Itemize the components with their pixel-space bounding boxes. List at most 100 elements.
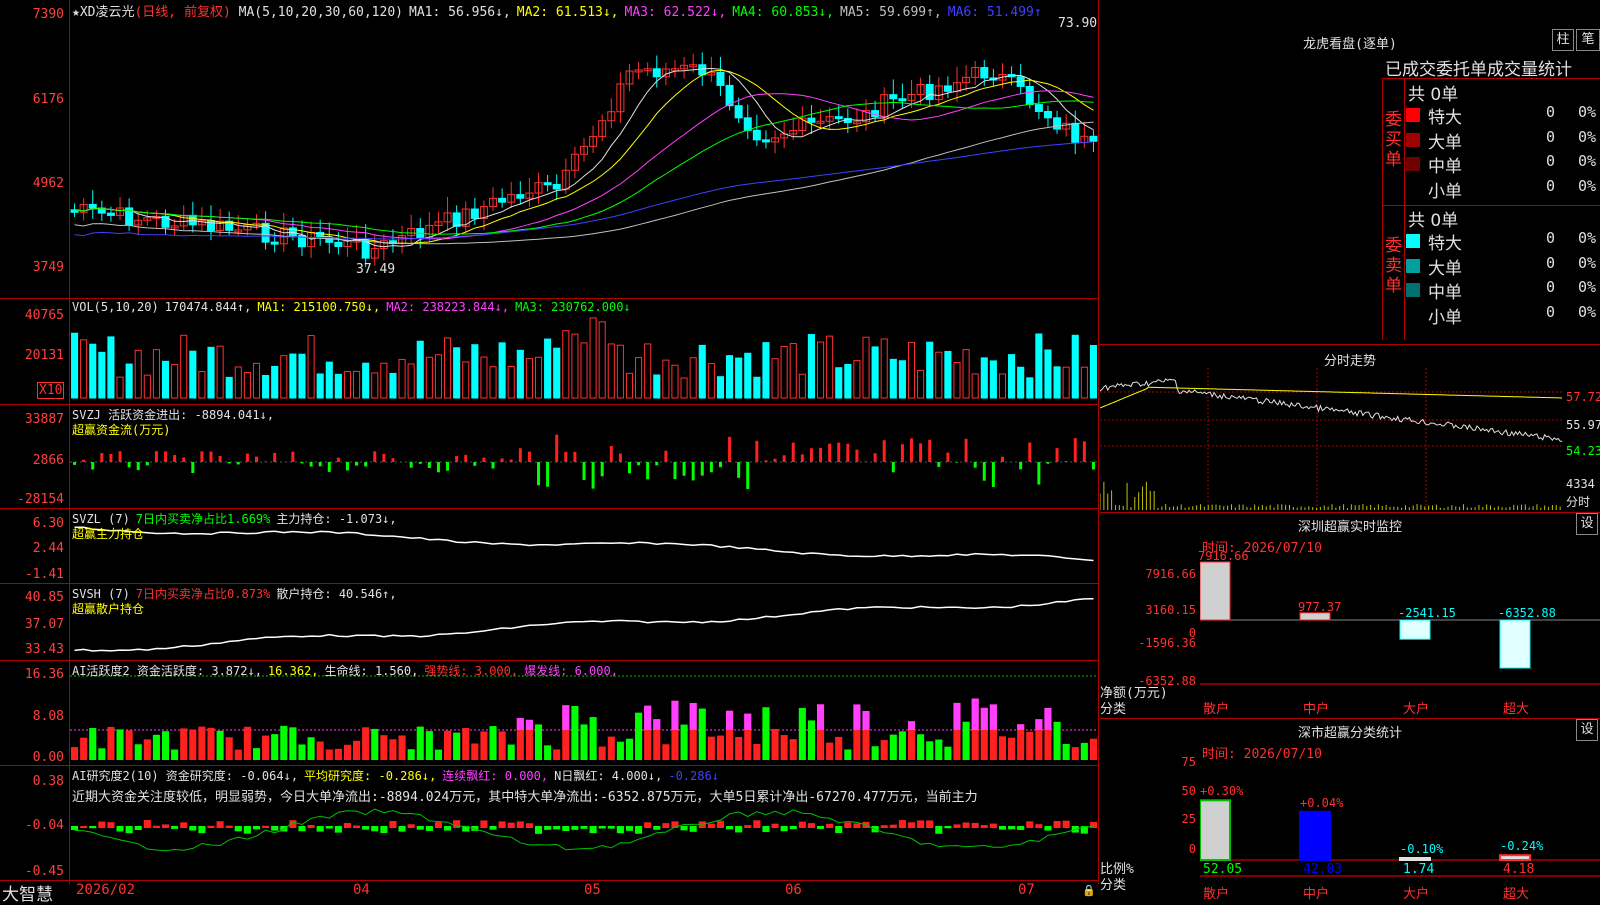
ai-active-bar	[826, 743, 833, 760]
ai-research-bar	[235, 826, 242, 831]
svzj-bar	[337, 458, 340, 462]
svsh-line	[75, 599, 1094, 651]
vol-label-2: MA1: 215100.750↓,	[257, 300, 380, 314]
volume-bar	[517, 350, 523, 398]
sz-divider	[1100, 512, 1600, 513]
volume-bar	[999, 374, 1005, 398]
volume-bar	[972, 374, 978, 398]
sz-value-1: 977.37	[1298, 600, 1341, 614]
svsh-tick-2: 37.07	[2, 617, 64, 632]
intraday-tick-2: 55.97	[1566, 418, 1600, 432]
volume-bar	[990, 361, 996, 398]
svzj-bar	[119, 451, 122, 462]
svzj-bar	[546, 462, 549, 487]
sell-pct-0: 0%	[1578, 229, 1596, 247]
ai-active-bar	[207, 728, 214, 760]
ai-research-bar	[735, 826, 742, 832]
volume-bar	[1009, 355, 1015, 398]
svzj-bar	[737, 462, 740, 478]
ai-active-burst	[990, 704, 997, 730]
svzj-bar	[564, 452, 567, 462]
svzj-bar	[128, 462, 131, 467]
sz-tick-1: 3160.15	[1132, 603, 1196, 617]
ai-active-label-0: AI活跃度2 资金活跃度: 3.872↓,	[72, 664, 262, 678]
volume-bar	[444, 338, 450, 398]
ss-value-1: 42.03	[1303, 862, 1342, 877]
ai-active-burst	[953, 703, 960, 730]
intraday-price	[1100, 379, 1562, 442]
svzj-bar	[673, 462, 676, 479]
ai-active-bar	[881, 740, 888, 760]
svzj-bar	[1074, 438, 1077, 462]
volume-bars	[72, 318, 1097, 398]
ss-tick-1: 50	[1150, 784, 1196, 798]
volume-bar	[172, 365, 178, 398]
ai-research-bar	[271, 826, 278, 831]
svzj-bar	[391, 458, 394, 462]
svzj-tick-2: 2866	[2, 453, 64, 468]
ai-research-bar	[617, 826, 624, 833]
sz-value-0: 7916.66	[1198, 549, 1249, 563]
volume-bar	[335, 374, 341, 398]
ss-value-2: 1.74	[1403, 862, 1434, 877]
svzj-bar	[473, 462, 476, 466]
volume-bar	[945, 351, 951, 398]
ai-active-bar	[217, 731, 224, 760]
ai-active-bar	[116, 729, 123, 760]
chart-canvas[interactable]	[70, 0, 1098, 880]
bar-mode-button[interactable]: 柱	[1552, 29, 1574, 51]
sz-settings-button[interactable]: 设	[1576, 513, 1598, 535]
stock-title[interactable]: ★XD凌云光	[72, 5, 134, 20]
pen-mode-button[interactable]: 笔	[1576, 29, 1600, 51]
intraday-chart[interactable]	[1100, 368, 1564, 510]
candle-body	[544, 183, 551, 185]
ai-active-burst	[972, 698, 979, 730]
intraday-tick-3: 54.23	[1566, 444, 1600, 458]
ss-divider	[1100, 718, 1600, 719]
ai-active-bar	[71, 747, 78, 760]
ai-commentary: 近期大资金关注度较低，明显弱势，今日大单净流出:-8894.024万元，其中特大…	[72, 786, 1096, 805]
ai-research-bar	[135, 826, 142, 830]
ss-change-2: -0.10%	[1400, 842, 1443, 856]
ai-active-bar	[735, 737, 742, 760]
volume-bar	[190, 351, 196, 398]
ai-research-bar	[371, 826, 378, 831]
svzj-bar	[983, 462, 986, 481]
volume-bar	[599, 322, 605, 398]
ai-research-bar	[444, 826, 451, 831]
ai-research-bar	[544, 826, 551, 830]
ai-active-bar	[917, 734, 924, 760]
volume-bar	[1090, 345, 1096, 398]
ss-cat-2: 大户	[1403, 883, 1429, 902]
ai-research-tick-3: -0.45	[2, 864, 64, 879]
ai-active-bar	[835, 737, 842, 760]
svzj-bar	[191, 462, 194, 473]
volume-bar	[408, 364, 414, 398]
ai-research-bar	[508, 823, 515, 828]
lock-icon[interactable]: 🔒	[1082, 884, 1096, 897]
svzj-bar	[664, 451, 667, 462]
svzj-bar	[182, 457, 185, 462]
sz-chart[interactable]	[1200, 560, 1600, 690]
sell-pct-1: 0%	[1578, 254, 1596, 272]
candle-body	[808, 118, 815, 122]
ss-settings-button[interactable]: 设	[1576, 719, 1598, 741]
lhb-title: 龙虎看盘(逐单)	[1100, 33, 1600, 52]
ma-label-1: MA1: 56.956↓,	[409, 5, 511, 20]
volume-bar	[144, 375, 150, 398]
x-label-may: 05	[584, 882, 601, 898]
ai-research-bar	[517, 821, 524, 828]
ai-active-bar	[480, 732, 487, 760]
ss-cat-label: 分类	[1100, 874, 1126, 893]
candle-body	[762, 140, 769, 142]
ai-active-burst	[1044, 708, 1051, 730]
svzj-bar	[1083, 441, 1086, 462]
ma-label-3: MA3: 62.522↓,	[625, 5, 727, 20]
buy-name-3: 小单	[1428, 177, 1462, 202]
volume-bar	[854, 361, 860, 398]
ai-research-bar	[198, 826, 205, 833]
ss-chart[interactable]	[1200, 760, 1600, 880]
svzj-bar	[410, 462, 413, 468]
ai-research-bar	[1017, 826, 1024, 830]
buy-pct-3: 0%	[1578, 177, 1596, 195]
